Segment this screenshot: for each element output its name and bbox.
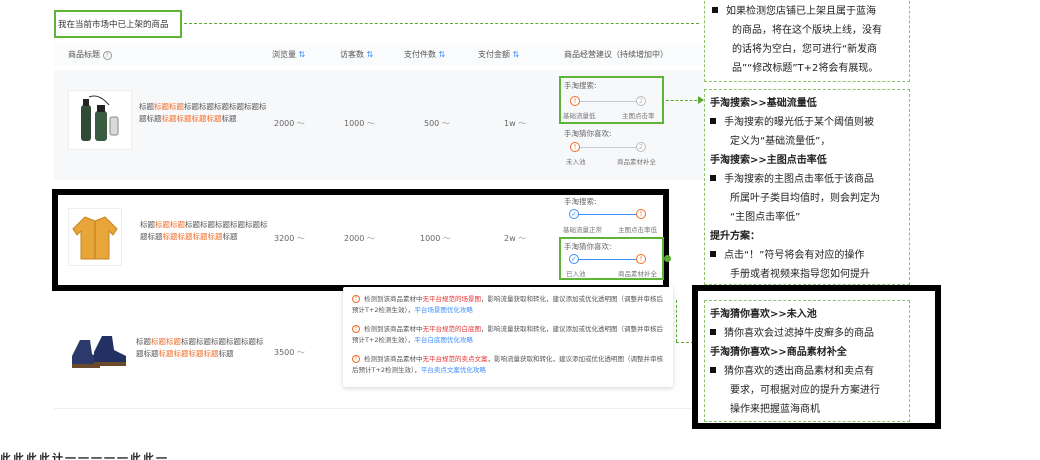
trend-icon: 〜 — [442, 234, 451, 243]
views-value: 3200 〜 — [274, 234, 305, 243]
guide-link[interactable]: 平台场景图优化攻略 — [414, 306, 473, 314]
step-node: 2 — [636, 96, 646, 106]
market-label: 我在当前市场中已上架的商品 — [58, 20, 169, 30]
progress-track — [577, 147, 637, 148]
guide-link[interactable]: 平台卖点文案优化攻略 — [421, 366, 486, 374]
popup-item: ! 检测到该商品素材中无平台规范的卖点文案，影响流量获取和转化，建议添加或优化透明… — [352, 355, 663, 374]
trend-icon: 〜 — [441, 119, 450, 128]
check-node: ✓ — [569, 254, 579, 264]
warning-icon: ! — [352, 325, 360, 333]
trend-icon: 〜 — [296, 234, 305, 243]
sort-icon[interactable]: ⇅ — [439, 50, 446, 59]
connector-line-top — [184, 23, 699, 24]
info-panel-bottom-text: 手淘猜你喜欢>>未入池 猜你喜欢会过滤掉牛皮癣多的商品 手淘猜你喜欢>>商品素材… — [710, 309, 880, 415]
popup-item: ! 检测到该商品素材中无平台规范的场景图，影响流量获取和转化，建议添加或优化透明图… — [352, 295, 663, 314]
search-advice-title: 手淘搜索: — [564, 197, 597, 206]
step-label: 未入池 — [566, 158, 586, 166]
info-panel-top-text: 如果检测您店铺已上架且属于蓝海 的商品，将在这个版块上线，没有 的话将为空白，您… — [712, 2, 908, 78]
pay-items-value: 1000 〜 — [420, 234, 451, 243]
product-image-boots — [66, 320, 132, 376]
warning-node[interactable]: ! — [636, 209, 646, 219]
pay-amount-value: 2w 〜 — [504, 234, 527, 243]
col-advice: 商品经营建议（持续增加中） — [564, 50, 668, 59]
col-title: 商品标题 ? — [68, 49, 112, 60]
connector-line-vertical — [676, 300, 677, 342]
step-label: 基础流量低 — [563, 112, 596, 120]
step-label: 商品素材补全 — [617, 158, 656, 166]
step-label: 商品素材补全 — [618, 270, 657, 278]
product-title[interactable]: 标题标题标题标题标题标题标题标题标题标题标题标题标题标题标题 — [136, 336, 264, 360]
guess-advice-title: 手淘猜你喜欢: — [564, 242, 612, 251]
product-title[interactable]: 标题标题标题标题标题标题标题标题标题标题标题标题标题标题标题 — [140, 219, 268, 243]
footer-text: 此此此此计一一一一一此此一 — [0, 452, 169, 460]
check-node: ✓ — [569, 209, 579, 219]
warning-icon: ! — [352, 295, 360, 303]
step-label: 基础流量正常 — [563, 226, 602, 234]
warning-icon: ! — [352, 355, 360, 363]
visitors-value: 1000 〜 — [344, 119, 375, 128]
sort-icon[interactable]: ⇅ — [367, 50, 374, 59]
warning-node[interactable]: ! — [570, 142, 580, 152]
sort-icon[interactable]: ⇅ — [299, 50, 306, 59]
product-image-bottles — [68, 90, 132, 150]
step-label: 主图点击率 — [622, 112, 655, 120]
step-node: 2 — [636, 142, 646, 152]
views-value: 2000 〜 — [274, 119, 305, 128]
sort-icon[interactable]: ⇅ — [513, 50, 520, 59]
row-divider — [54, 408, 704, 409]
pay-items-value: 500 〜 — [424, 119, 450, 128]
product-title[interactable]: 标题标题标题标题标题标题标题标题标题标题标题标题标题标题标题 — [139, 101, 267, 125]
visitors-value: 2000 〜 — [344, 234, 375, 243]
progress-track — [577, 259, 637, 260]
popup-item: ! 检测到该商品素材中无平台规范的白底图，影响流量获取和转化，建议添加或优化透明图… — [352, 325, 663, 344]
trend-icon: 〜 — [366, 119, 375, 128]
guide-link[interactable]: 平台白底图优化攻略 — [414, 336, 473, 344]
pay-amount-value: 1w 〜 — [504, 119, 527, 128]
product-image-jacket — [68, 208, 122, 266]
progress-track — [577, 214, 637, 215]
trend-icon: 〜 — [296, 119, 305, 128]
col-pay-amount[interactable]: 支付金额 ⇅ — [478, 49, 519, 60]
guess-advice-title: 手淘猜你喜欢: — [564, 129, 612, 138]
col-visitors[interactable]: 访客数 ⇅ — [340, 49, 373, 60]
trend-icon: 〜 — [518, 119, 527, 128]
step-label: 主图点击率低 — [618, 226, 657, 234]
help-icon[interactable]: ? — [102, 51, 112, 60]
trend-icon: 〜 — [366, 234, 375, 243]
warning-node[interactable]: ! — [570, 96, 580, 106]
connector-line-mid — [666, 100, 702, 101]
search-advice-title: 手淘搜索: — [564, 81, 597, 90]
views-value: 3500 〜 — [274, 348, 305, 357]
trend-icon: 〜 — [518, 234, 527, 243]
trend-icon: 〜 — [296, 348, 305, 357]
info-panel-mid-text: 手淘搜索>>基础流量低 手淘搜索的曝光低于某个阈值则被 定义为“基础流量低”， … — [710, 98, 880, 280]
progress-track — [577, 101, 637, 102]
col-pay-items[interactable]: 支付件数 ⇅ — [404, 49, 445, 60]
col-views[interactable]: 浏览量 ⇅ — [272, 49, 305, 60]
warning-node[interactable]: ! — [636, 254, 646, 264]
step-label: 已入池 — [566, 270, 586, 278]
connector-dot — [664, 255, 671, 262]
